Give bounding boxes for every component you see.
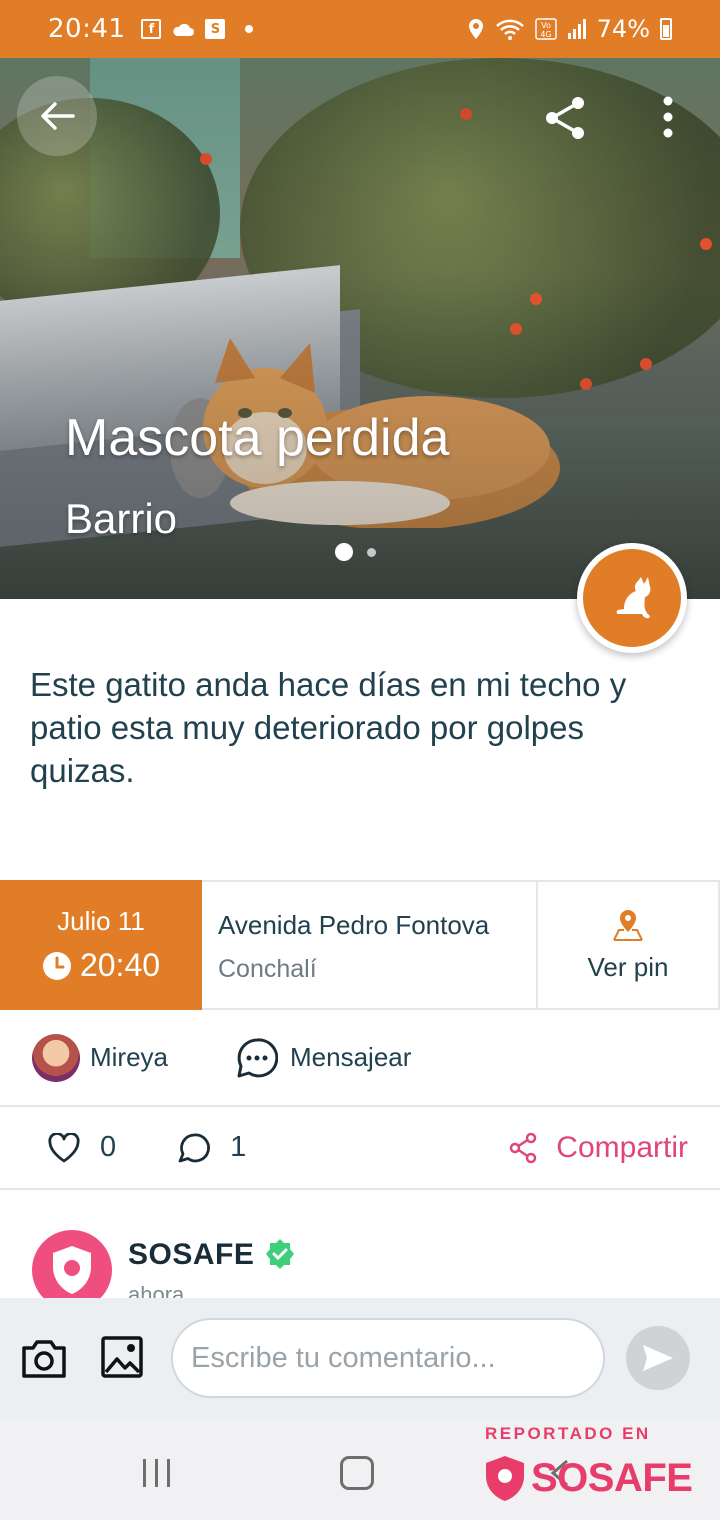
notification-dot-icon — [245, 25, 254, 33]
hero-title: Mascota perdida — [65, 409, 450, 467]
sosafe-logo-icon — [486, 1456, 524, 1501]
map-pin-icon — [613, 909, 643, 941]
avatar[interactable] — [32, 1033, 80, 1082]
shield-icon — [53, 1246, 91, 1294]
watermark-brand: SOSAFE — [531, 1455, 693, 1500]
watermark-caption: REPORTADO EN — [485, 1424, 651, 1443]
comments-button[interactable]: 1 — [178, 1131, 246, 1164]
status-right-icons: Vo 4G 74% — [467, 15, 672, 43]
share-button[interactable]: Compartir — [508, 1131, 688, 1165]
status-left-icons: f S — [141, 19, 254, 39]
actions-row: 0 1 Compartir — [0, 1107, 720, 1190]
volte-icon: Vo4G — [534, 18, 557, 40]
view-pin-label: Ver pin — [587, 951, 669, 982]
recents-icon[interactable] — [141, 1458, 173, 1488]
date-time-box: Julio 11 20:40 — [0, 880, 202, 1010]
cat-icon — [616, 577, 651, 619]
comment-item: SOSAFE ahora — [0, 1190, 720, 1298]
author-name[interactable]: Mireya — [90, 1042, 168, 1073]
category-badge — [577, 543, 687, 653]
comment-count: 1 — [230, 1131, 247, 1163]
image-gallery-icon[interactable] — [100, 1334, 144, 1380]
share-icon[interactable] — [540, 93, 590, 143]
send-icon — [643, 1345, 673, 1371]
report-time: 20:40 — [79, 947, 161, 983]
cloud-icon — [173, 23, 195, 36]
report-date: Julio 11 — [57, 906, 145, 936]
comment-author[interactable]: SOSAFE — [128, 1238, 254, 1272]
address-comuna: Conchalí — [218, 955, 317, 983]
comment-input[interactable] — [171, 1318, 605, 1398]
arrow-left-icon — [41, 102, 75, 130]
svg-text:4G: 4G — [540, 30, 551, 39]
carousel-dot[interactable] — [367, 547, 376, 557]
like-button[interactable]: 0 — [48, 1131, 116, 1164]
author-row: Mireya Mensajear — [0, 1010, 720, 1107]
comment-icon — [178, 1133, 211, 1162]
clock-icon — [42, 951, 71, 980]
like-count: 0 — [100, 1131, 117, 1163]
share-icon — [510, 1132, 537, 1163]
battery-level: 74% — [596, 15, 650, 43]
send-button[interactable] — [626, 1326, 690, 1390]
heart-icon — [48, 1132, 80, 1162]
home-icon[interactable] — [340, 1456, 374, 1490]
status-bar: 20:41 f S Vo 4G 74% — [0, 0, 720, 58]
report-info-row: Julio 11 20:40 Avenida Pedro Fontova Con… — [0, 880, 720, 1010]
sosafe-avatar[interactable] — [32, 1230, 112, 1298]
wifi-icon — [495, 19, 524, 40]
system-nav-bar: REPORTADO EN SOSAFE — [0, 1420, 720, 1520]
battery-icon — [660, 18, 672, 40]
hero-subtitle: Barrio — [65, 495, 178, 542]
facebook-icon: f — [141, 19, 162, 39]
comment-composer — [0, 1298, 720, 1420]
address-box: Avenida Pedro Fontova Conchalí — [202, 882, 538, 1008]
verified-badge-icon — [266, 1239, 294, 1269]
view-pin-button[interactable]: Ver pin — [538, 882, 720, 1008]
camera-icon[interactable] — [20, 1336, 68, 1380]
share-label: Compartir — [556, 1130, 688, 1164]
svg-text:Vo: Vo — [541, 21, 551, 30]
comment-time: ahora — [128, 1282, 185, 1298]
hero-image[interactable]: Mascota perdida Barrio — [0, 58, 720, 599]
carousel-dot-active[interactable] — [335, 543, 353, 561]
location-icon — [468, 19, 483, 39]
message-label: Mensajear — [290, 1042, 412, 1072]
message-button[interactable]: Mensajear — [236, 1037, 411, 1079]
chat-bubble-icon — [237, 1037, 279, 1077]
more-options-icon[interactable] — [655, 93, 681, 143]
address-street: Avenida Pedro Fontova — [218, 910, 490, 940]
status-time: 20:41 — [48, 14, 126, 44]
sosafe-watermark: REPORTADO EN SOSAFE — [483, 1420, 708, 1520]
report-description: Este gatito anda hace días en mi techo y… — [30, 666, 627, 789]
back-button[interactable] — [17, 76, 97, 156]
carousel-indicator[interactable] — [335, 543, 376, 561]
s-app-icon: S — [205, 19, 226, 39]
signal-icon — [567, 19, 586, 39]
